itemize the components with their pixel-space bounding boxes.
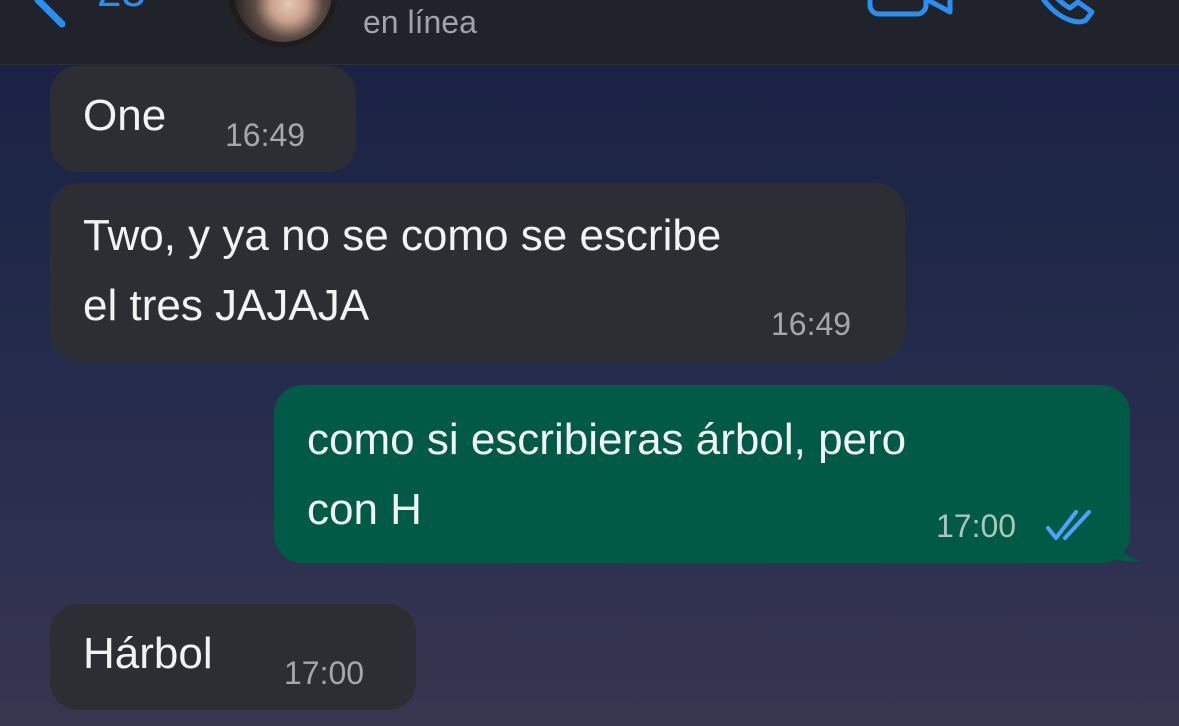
message-text: como si escribieras árbol, pero bbox=[307, 415, 907, 464]
chevron-left-icon[interactable] bbox=[24, 0, 74, 30]
unread-count-badge[interactable]: 25 bbox=[97, 0, 146, 14]
message-text: Hárbol bbox=[83, 629, 213, 678]
double-check-icon bbox=[1046, 510, 1091, 540]
message-time: 16:49 bbox=[225, 117, 306, 153]
message-text: con H bbox=[307, 485, 422, 534]
bubble-tail bbox=[1112, 531, 1142, 562]
message-text: Two, y ya no se como se escribe bbox=[83, 211, 722, 260]
avatar-ring bbox=[228, 0, 338, 48]
chat-header: 25 en línea bbox=[0, 0, 1179, 65]
message-bubble-incoming[interactable]: One 16:49 bbox=[50, 66, 356, 172]
phone-icon[interactable] bbox=[1028, 0, 1098, 26]
avatar[interactable] bbox=[228, 0, 338, 48]
chat-screen: 25 en línea One 16:49 Two, y ya no se co… bbox=[0, 0, 1179, 726]
message-time: 17:00 bbox=[284, 655, 365, 691]
message-bubble-incoming[interactable]: Hárbol 17:00 bbox=[50, 604, 416, 710]
message-bubble-outgoing[interactable]: como si escribieras árbol, pero con H 17… bbox=[274, 385, 1130, 563]
contact-status: en línea bbox=[363, 4, 477, 40]
message-bubble-incoming[interactable]: Two, y ya no se como se escribe el tres … bbox=[50, 183, 905, 361]
message-time: 16:49 bbox=[771, 306, 852, 342]
message-text: One bbox=[83, 91, 167, 140]
message-time: 17:00 bbox=[936, 508, 1017, 544]
video-camera-icon[interactable] bbox=[866, 0, 956, 20]
message-text: el tres JAJAJA bbox=[83, 281, 370, 330]
